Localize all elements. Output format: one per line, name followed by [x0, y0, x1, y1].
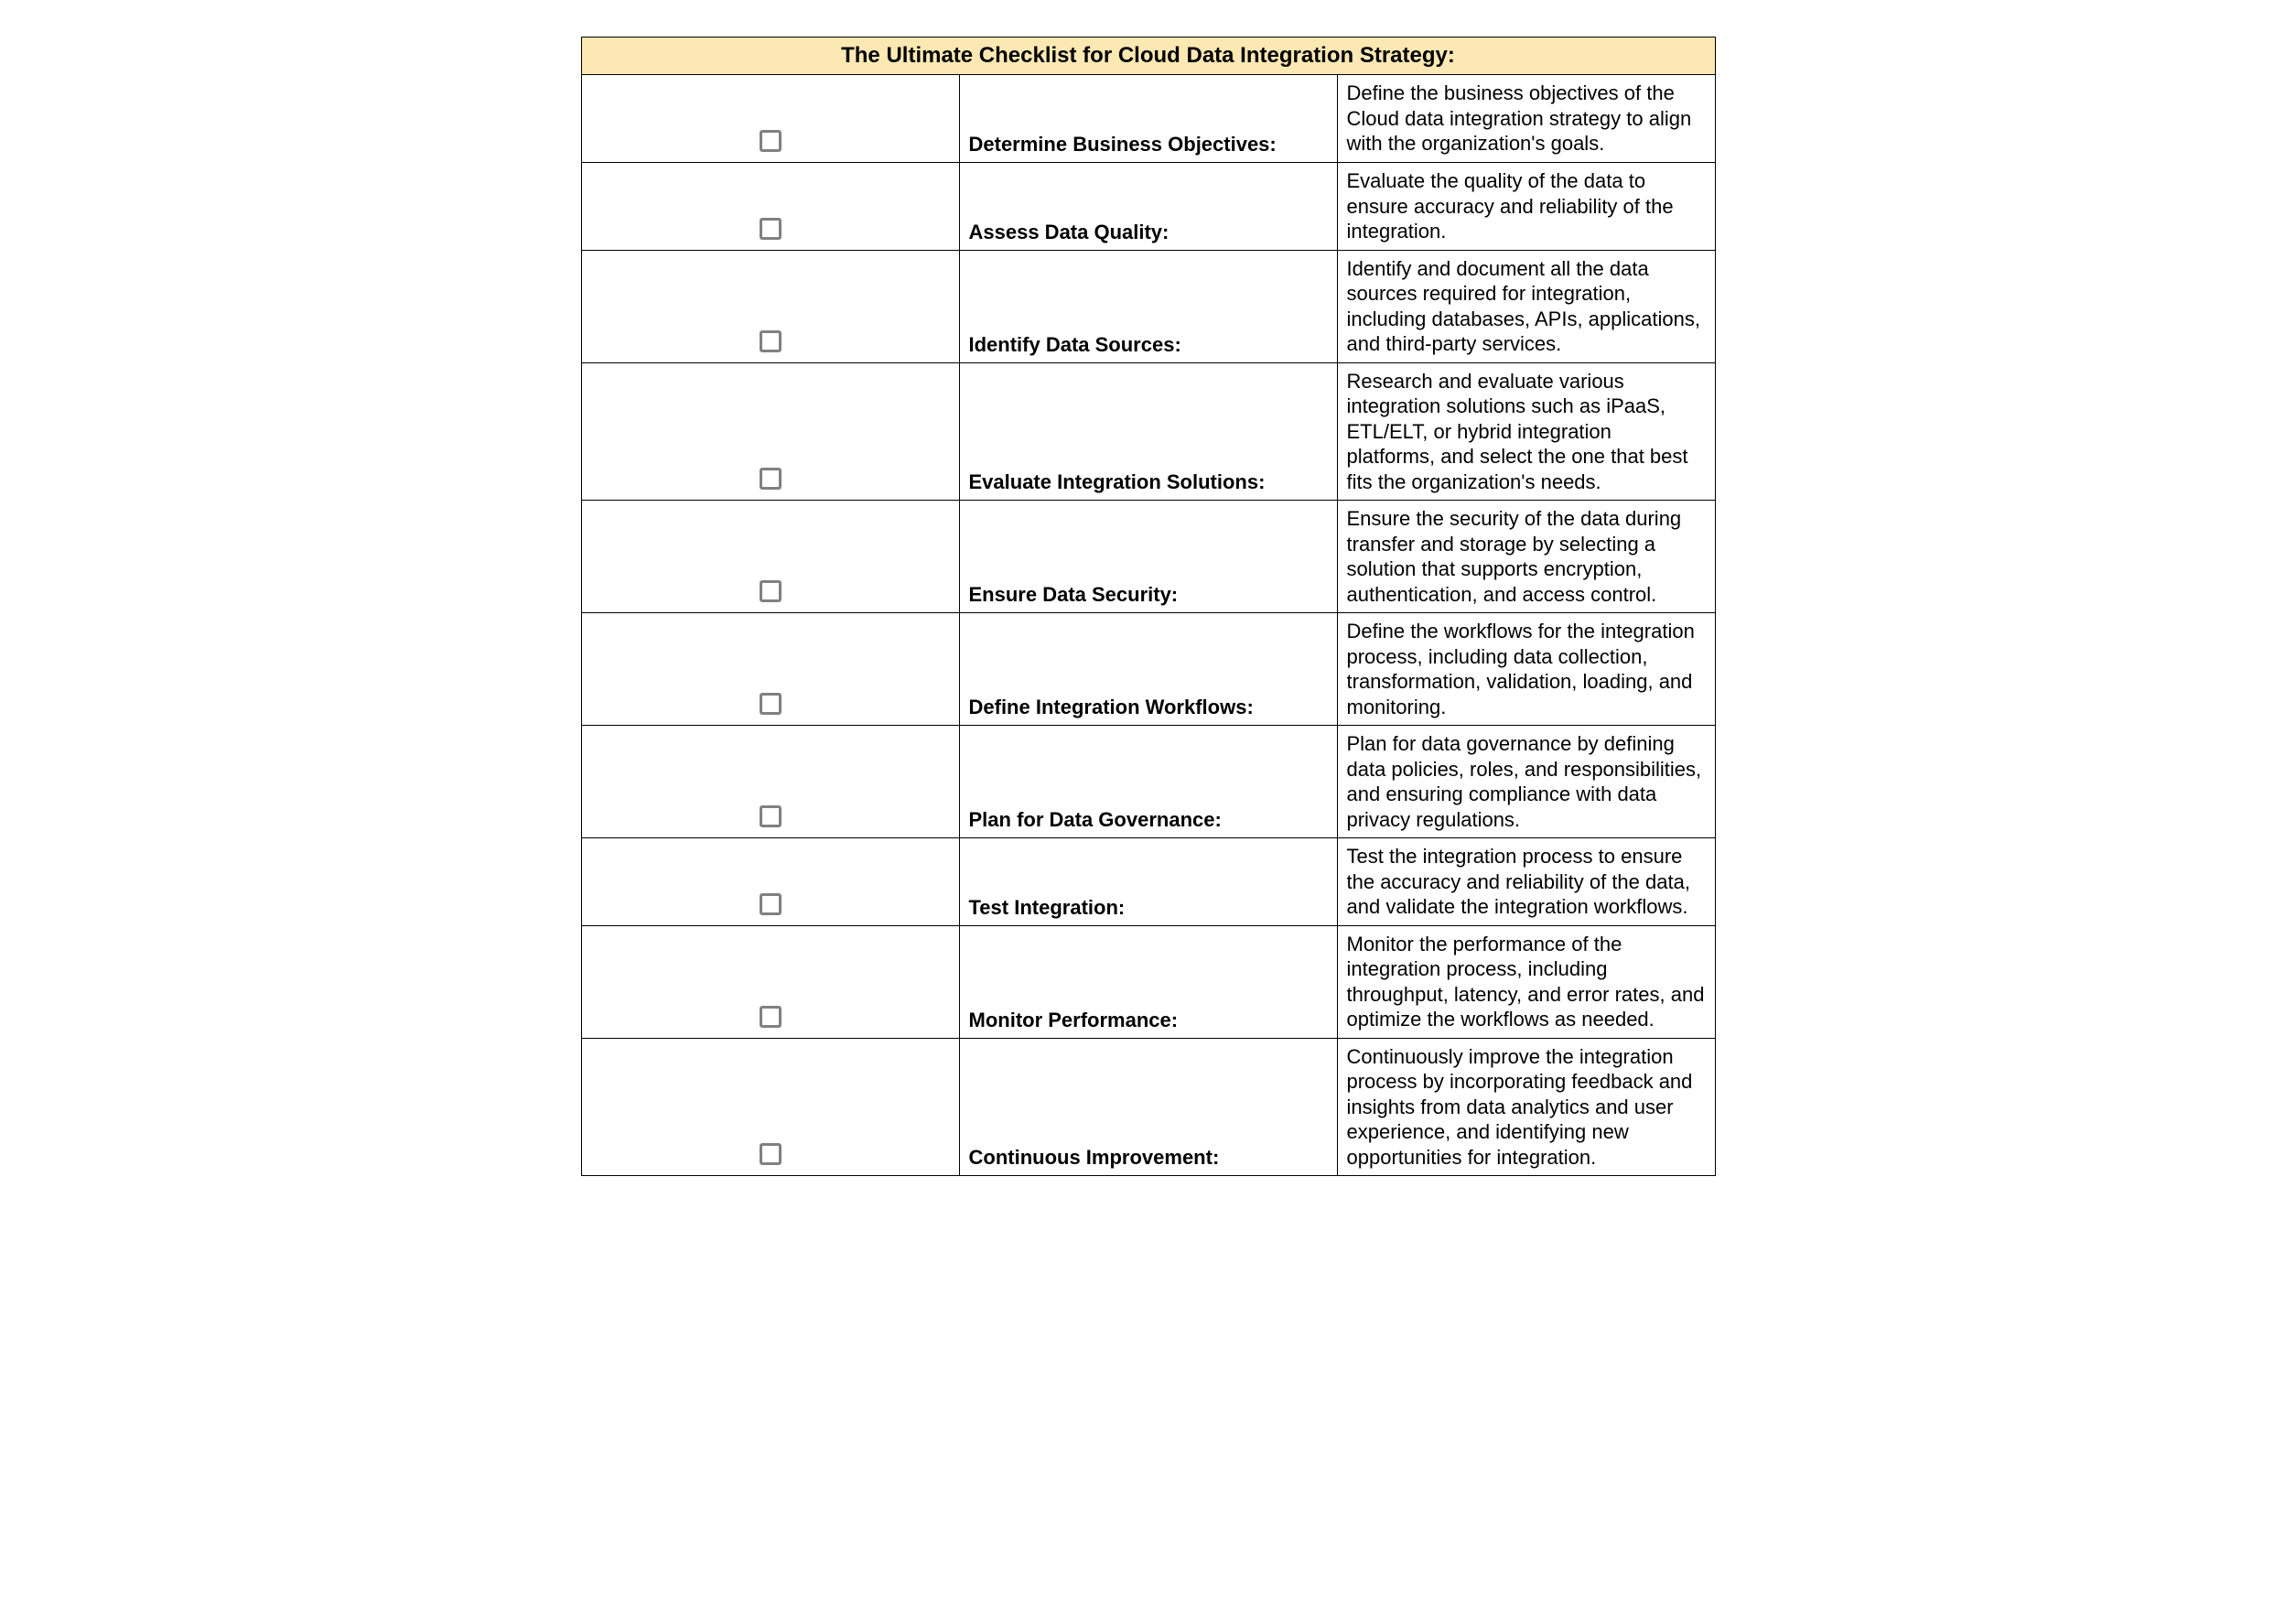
checklist-row: Determine Business Objectives: Define th… — [581, 75, 1715, 163]
checklist-row: Monitor Performance: Monitor the perform… — [581, 925, 1715, 1038]
checkbox-icon[interactable] — [760, 580, 782, 602]
checkbox-cell — [581, 613, 959, 726]
header-row: The Ultimate Checklist for Cloud Data In… — [581, 38, 1715, 75]
row-description: Define the business objectives of the Cl… — [1337, 75, 1715, 163]
row-description: Identify and document all the data sourc… — [1337, 250, 1715, 362]
row-description: Ensure the security of the data during t… — [1337, 501, 1715, 613]
checklist-body: Determine Business Objectives: Define th… — [581, 75, 1715, 1176]
checkbox-cell — [581, 726, 959, 838]
checklist-row: Test Integration: Test the integration p… — [581, 838, 1715, 926]
row-description: Continuously improve the integration pro… — [1337, 1038, 1715, 1176]
checklist-row: Plan for Data Governance: Plan for data … — [581, 726, 1715, 838]
row-description: Test the integration process to ensure t… — [1337, 838, 1715, 926]
row-title: Test Integration: — [959, 838, 1337, 926]
row-description: Plan for data governance by defining dat… — [1337, 726, 1715, 838]
row-description: Monitor the performance of the integrati… — [1337, 925, 1715, 1038]
checklist-table: The Ultimate Checklist for Cloud Data In… — [581, 37, 1716, 1176]
row-title: Continuous Improvement: — [959, 1038, 1337, 1176]
checkbox-cell — [581, 75, 959, 163]
checkbox-icon[interactable] — [760, 1006, 782, 1028]
row-description: Evaluate the quality of the data to ensu… — [1337, 162, 1715, 250]
row-title: Assess Data Quality: — [959, 162, 1337, 250]
row-title: Define Integration Workflows: — [959, 613, 1337, 726]
row-title: Evaluate Integration Solutions: — [959, 362, 1337, 501]
checkbox-cell — [581, 925, 959, 1038]
checkbox-icon[interactable] — [760, 1143, 782, 1165]
checkbox-cell — [581, 1038, 959, 1176]
checkbox-icon[interactable] — [760, 805, 782, 827]
row-description: Research and evaluate various integratio… — [1337, 362, 1715, 501]
checkbox-cell — [581, 250, 959, 362]
checklist-row: Define Integration Workflows: Define the… — [581, 613, 1715, 726]
row-description: Define the workflows for the integration… — [1337, 613, 1715, 726]
checkbox-cell — [581, 162, 959, 250]
checkbox-icon[interactable] — [760, 330, 782, 352]
row-title: Identify Data Sources: — [959, 250, 1337, 362]
row-title: Plan for Data Governance: — [959, 726, 1337, 838]
checklist-row: Identify Data Sources: Identify and docu… — [581, 250, 1715, 362]
row-title: Ensure Data Security: — [959, 501, 1337, 613]
page-title: The Ultimate Checklist for Cloud Data In… — [581, 38, 1715, 75]
row-title: Monitor Performance: — [959, 925, 1337, 1038]
checkbox-cell — [581, 362, 959, 501]
checklist-row: Evaluate Integration Solutions: Research… — [581, 362, 1715, 501]
checklist-row: Ensure Data Security: Ensure the securit… — [581, 501, 1715, 613]
checkbox-icon[interactable] — [760, 218, 782, 240]
checkbox-icon[interactable] — [760, 130, 782, 152]
checkbox-cell — [581, 838, 959, 926]
checkbox-cell — [581, 501, 959, 613]
checkbox-icon[interactable] — [760, 693, 782, 715]
checklist-row: Continuous Improvement: Continuously imp… — [581, 1038, 1715, 1176]
checklist-row: Assess Data Quality: Evaluate the qualit… — [581, 162, 1715, 250]
checkbox-icon[interactable] — [760, 893, 782, 915]
checkbox-icon[interactable] — [760, 468, 782, 490]
row-title: Determine Business Objectives: — [959, 75, 1337, 163]
